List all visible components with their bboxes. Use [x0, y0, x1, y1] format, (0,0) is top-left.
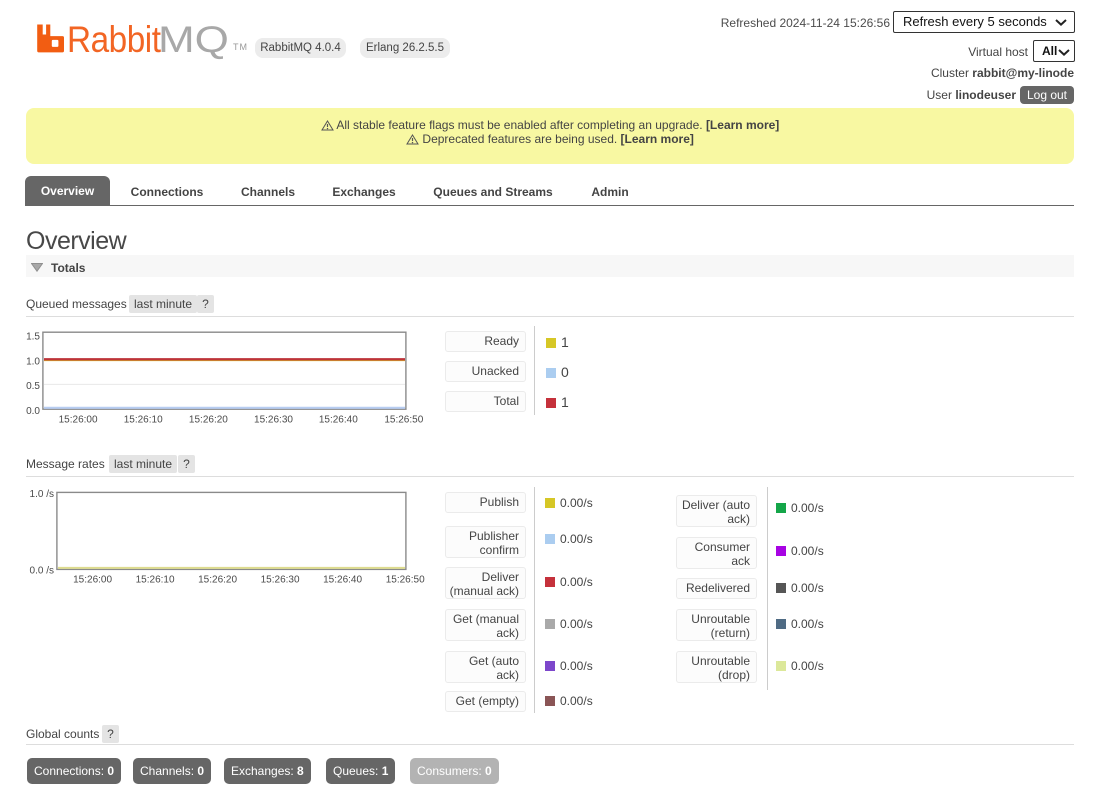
svg-text:15:26:40: 15:26:40 [319, 414, 358, 425]
svg-text:15:26:50: 15:26:50 [386, 574, 425, 585]
svg-text:15:26:30: 15:26:30 [261, 574, 300, 585]
svg-text:15:26:50: 15:26:50 [384, 414, 423, 425]
svg-text:15:26:30: 15:26:30 [254, 414, 293, 425]
svg-text:0.0 /s: 0.0 /s [30, 565, 54, 576]
svg-text:1.5: 1.5 [26, 332, 40, 343]
svg-text:15:26:10: 15:26:10 [136, 574, 175, 585]
svg-text:1.0 /s: 1.0 /s [30, 489, 54, 500]
svg-text:15:26:20: 15:26:20 [189, 414, 228, 425]
svg-text:1.0: 1.0 [26, 356, 40, 367]
svg-text:15:26:20: 15:26:20 [198, 574, 237, 585]
svg-text:0.5: 0.5 [26, 381, 40, 392]
svg-text:15:26:00: 15:26:00 [59, 414, 98, 425]
svg-text:15:26:40: 15:26:40 [323, 574, 362, 585]
svg-text:15:26:10: 15:26:10 [124, 414, 163, 425]
svg-text:15:26:00: 15:26:00 [73, 574, 112, 585]
svg-text:0.0: 0.0 [26, 406, 40, 417]
